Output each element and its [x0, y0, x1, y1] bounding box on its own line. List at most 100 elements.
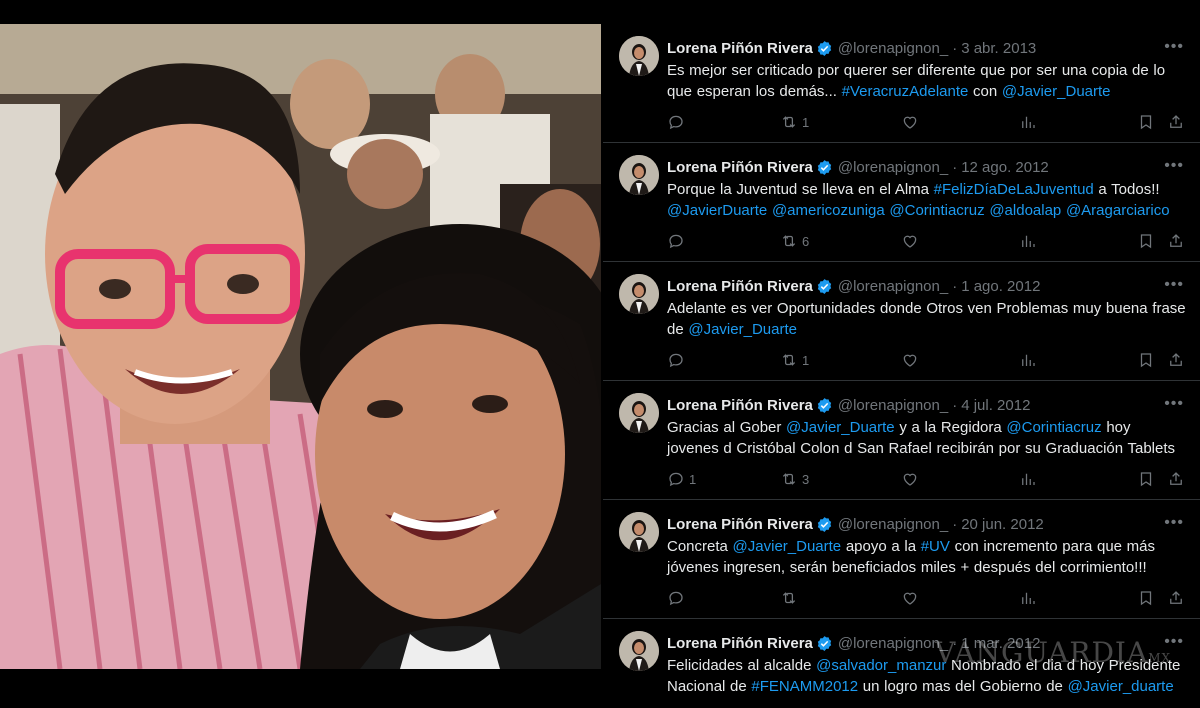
- author-name[interactable]: Lorena Piñón Rivera: [667, 516, 813, 533]
- bookmark-button[interactable]: [1137, 232, 1155, 250]
- share-button[interactable]: [1167, 589, 1185, 607]
- reply-button[interactable]: [667, 589, 689, 607]
- bookmark-button[interactable]: [1137, 113, 1155, 131]
- reply-button[interactable]: [667, 232, 689, 250]
- mention-link[interactable]: @salvador_manzur: [816, 657, 946, 674]
- more-options-icon[interactable]: •••: [1164, 514, 1184, 532]
- avatar[interactable]: [619, 155, 659, 195]
- more-options-icon[interactable]: •••: [1164, 395, 1184, 413]
- tweet-header: Lorena Piñón Rivera @lorenapignon_ · 12 …: [667, 157, 1184, 177]
- hashtag-link[interactable]: #FENAMM2012: [751, 678, 858, 695]
- tweet-actions: 1: [667, 113, 1184, 133]
- like-button[interactable]: [901, 589, 919, 607]
- share-button[interactable]: [1167, 470, 1185, 488]
- mention-link[interactable]: @aldoalap: [989, 202, 1061, 219]
- retweet-button[interactable]: 3: [780, 470, 809, 488]
- author-handle[interactable]: @lorenapignon_: [838, 40, 948, 57]
- avatar-image: [619, 36, 659, 76]
- author-handle[interactable]: @lorenapignon_: [838, 278, 948, 295]
- avatar[interactable]: [619, 631, 659, 671]
- tweet[interactable]: Lorena Piñón Rivera @lorenapignon_ · 1 m…: [603, 619, 1200, 708]
- author-handle[interactable]: @lorenapignon_: [838, 397, 948, 414]
- more-options-icon[interactable]: •••: [1164, 633, 1184, 651]
- more-options-icon[interactable]: •••: [1164, 38, 1184, 56]
- mention-link[interactable]: @Javier_Duarte: [1002, 83, 1111, 100]
- bookmark-button[interactable]: [1137, 470, 1155, 488]
- reply-icon: [669, 115, 683, 130]
- hashtag-link[interactable]: #UV: [921, 538, 950, 555]
- views-button[interactable]: [1019, 470, 1037, 488]
- retweet-button[interactable]: 6: [780, 232, 809, 250]
- tweet[interactable]: Lorena Piñón Rivera @lorenapignon_ · 20 …: [603, 500, 1200, 619]
- more-options-icon[interactable]: •••: [1164, 276, 1184, 294]
- avatar-image: [619, 512, 659, 552]
- share-button[interactable]: [1167, 232, 1185, 250]
- more-options-icon[interactable]: •••: [1164, 157, 1184, 175]
- bookmark-button[interactable]: [1137, 589, 1155, 607]
- author-handle[interactable]: @lorenapignon_: [838, 516, 948, 533]
- mention-link[interactable]: @Javier_Duarte: [688, 321, 797, 338]
- share-button[interactable]: [1167, 113, 1185, 131]
- author-name[interactable]: Lorena Piñón Rivera: [667, 397, 813, 414]
- like-button[interactable]: [901, 470, 919, 488]
- tweet-date[interactable]: 1 ago. 2012: [961, 278, 1040, 295]
- separator-dot: ·: [952, 396, 958, 414]
- retweet-icon: [782, 235, 796, 247]
- mention-link[interactable]: @Javier_Duarte: [733, 538, 842, 555]
- like-button[interactable]: [901, 113, 919, 131]
- reply-button[interactable]: [667, 113, 689, 131]
- analytics-icon: [1022, 354, 1035, 366]
- retweet-button[interactable]: 1: [780, 351, 809, 369]
- bookmark-button[interactable]: [1137, 351, 1155, 369]
- author-handle[interactable]: @lorenapignon_: [838, 159, 948, 176]
- tweet-actions: 6: [667, 232, 1184, 252]
- author-name[interactable]: Lorena Piñón Rivera: [667, 278, 813, 295]
- author-handle[interactable]: @lorenapignon_: [838, 635, 948, 652]
- like-button[interactable]: [901, 351, 919, 369]
- mention-link[interactable]: @Aragarciarico: [1066, 202, 1170, 219]
- reply-icon: [669, 591, 683, 606]
- avatar-image: [619, 393, 659, 433]
- tweet[interactable]: Lorena Piñón Rivera @lorenapignon_ · 4 j…: [603, 381, 1200, 500]
- mention-link[interactable]: @Corintiacruz: [889, 202, 984, 219]
- share-icon: [1170, 472, 1182, 485]
- verified-badge-icon: [817, 159, 832, 175]
- author-name[interactable]: Lorena Piñón Rivera: [667, 159, 813, 176]
- mention-link[interactable]: @Javier_Duarte: [786, 419, 895, 436]
- reply-button[interactable]: 1: [667, 470, 696, 488]
- tweet-header: Lorena Piñón Rivera @lorenapignon_ · 1 a…: [667, 276, 1184, 296]
- mention-link[interactable]: @americozuniga: [772, 202, 885, 219]
- avatar[interactable]: [619, 36, 659, 76]
- retweet-button[interactable]: [780, 589, 802, 607]
- like-button[interactable]: [901, 232, 919, 250]
- share-button[interactable]: [1167, 351, 1185, 369]
- tweet-date[interactable]: 1 mar. 2012: [961, 635, 1040, 652]
- hashtag-link[interactable]: #VeracruzAdelante: [842, 83, 969, 100]
- tweet[interactable]: Lorena Piñón Rivera @lorenapignon_ · 12 …: [603, 143, 1200, 262]
- retweet-count: 3: [802, 471, 810, 487]
- tweet-date[interactable]: 4 jul. 2012: [961, 397, 1030, 414]
- share-icon: [1170, 234, 1182, 247]
- mention-link[interactable]: @JavierDuarte: [667, 202, 767, 219]
- retweet-button[interactable]: 1: [780, 113, 809, 131]
- retweet-count: 1: [802, 114, 810, 130]
- author-name[interactable]: Lorena Piñón Rivera: [667, 40, 813, 57]
- mention-link[interactable]: @Javier_duarte: [1068, 678, 1174, 695]
- tweet[interactable]: Lorena Piñón Rivera @lorenapignon_ · 1 a…: [603, 262, 1200, 381]
- reply-icon: [669, 353, 683, 368]
- tweet-date[interactable]: 20 jun. 2012: [961, 516, 1044, 533]
- reply-button[interactable]: [667, 351, 689, 369]
- author-name[interactable]: Lorena Piñón Rivera: [667, 635, 813, 652]
- tweet-date[interactable]: 12 ago. 2012: [961, 159, 1049, 176]
- hashtag-link[interactable]: #FelizDíaDeLaJuventud: [934, 181, 1094, 198]
- avatar[interactable]: [619, 512, 659, 552]
- views-button[interactable]: [1019, 232, 1037, 250]
- mention-link[interactable]: @Corintiacruz: [1006, 419, 1101, 436]
- avatar[interactable]: [619, 393, 659, 433]
- tweet-date[interactable]: 3 abr. 2013: [961, 40, 1036, 57]
- views-button[interactable]: [1019, 351, 1037, 369]
- views-button[interactable]: [1019, 113, 1037, 131]
- views-button[interactable]: [1019, 589, 1037, 607]
- avatar[interactable]: [619, 274, 659, 314]
- tweet[interactable]: Lorena Piñón Rivera @lorenapignon_ · 3 a…: [603, 24, 1200, 143]
